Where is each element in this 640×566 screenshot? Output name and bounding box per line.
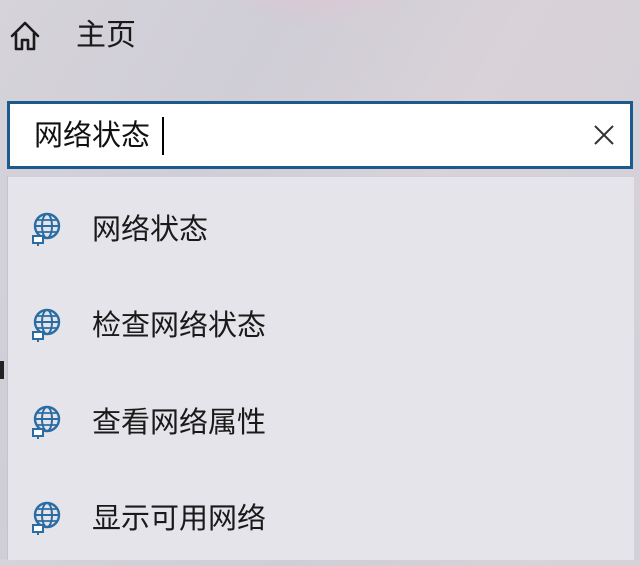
globe-network-icon	[30, 404, 66, 440]
suggestion-item-network-status[interactable]: 网络状态	[8, 181, 634, 277]
header: 主页	[0, 0, 640, 72]
suggestion-label: 网络状态	[92, 212, 209, 246]
page-title: 主页	[76, 18, 136, 53]
suggestion-item-check-network-status[interactable]: 检查网络状态	[8, 277, 634, 373]
suggestion-label: 显示可用网络	[92, 501, 267, 535]
globe-network-icon	[30, 307, 66, 343]
home-icon[interactable]	[8, 19, 42, 53]
suggestion-label: 检查网络状态	[92, 308, 267, 342]
suggestion-item-view-network-properties[interactable]: 查看网络属性	[8, 374, 634, 470]
globe-network-icon	[30, 211, 66, 247]
search-suggestions-list: 网络状态 检查网络状态 查看网络属性 显示可用网络	[7, 176, 634, 560]
globe-network-icon	[30, 500, 66, 536]
suggestion-item-show-available-networks[interactable]: 显示可用网络	[8, 470, 634, 566]
close-icon[interactable]	[591, 122, 617, 148]
text-caret	[162, 117, 164, 155]
search-box[interactable]	[7, 101, 633, 169]
suggestion-label: 查看网络属性	[92, 405, 267, 439]
search-input[interactable]	[34, 104, 554, 166]
window-edge-marker	[0, 361, 4, 379]
